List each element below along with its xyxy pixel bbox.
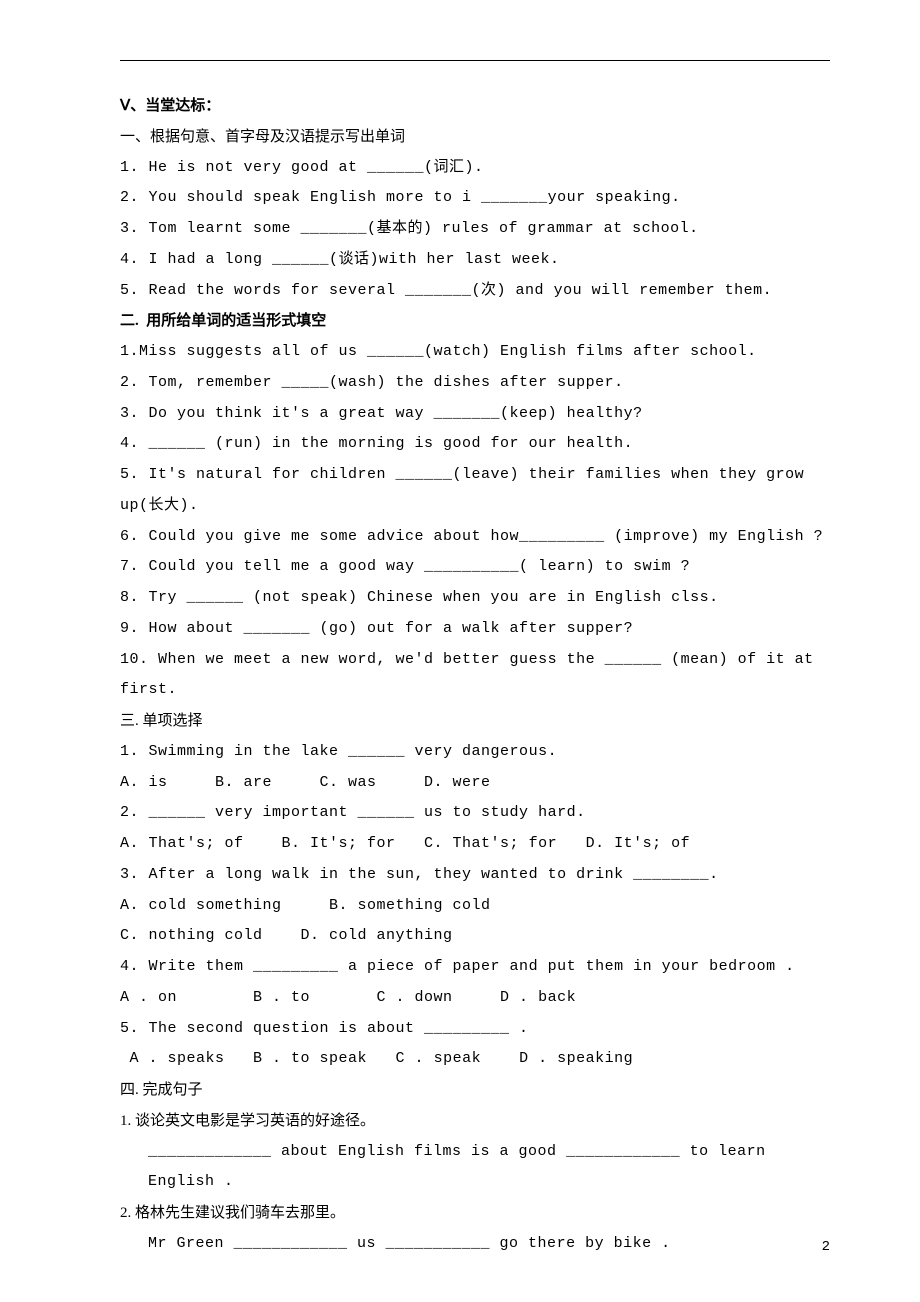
sec3-q4: 4. Write them _________ a piece of paper… xyxy=(120,952,830,983)
sec2-q3: 3. Do you think it's a great way _______… xyxy=(120,399,830,430)
sec3-q2-options: A. That's; of B. It's; for C. That's; fo… xyxy=(120,829,830,860)
sec1-q4: 4. I had a long ______(谈话)with her last … xyxy=(120,245,830,276)
sec4-q2-answer: Mr Green ____________ us ___________ go … xyxy=(120,1229,830,1260)
sec2-q5: 5. It's natural for children ______(leav… xyxy=(120,460,830,522)
sec2-q7: 7. Could you tell me a good way ________… xyxy=(120,552,830,583)
sec1-q1: 1. He is not very good at ______(词汇). xyxy=(120,153,830,184)
section-2-heading: 二. 用所给单词的适当形式填空 xyxy=(120,306,830,337)
sec1-q3: 3. Tom learnt some _______(基本的) rules of… xyxy=(120,214,830,245)
sec3-q1: 1. Swimming in the lake ______ very dang… xyxy=(120,737,830,768)
sec4-q1: 1. 谈论英文电影是学习英语的好途径。 xyxy=(120,1106,830,1137)
sec3-q1-options: A. is B. are C. was D. were xyxy=(120,768,830,799)
sec2-q8: 8. Try ______ (not speak) Chinese when y… xyxy=(120,583,830,614)
sec2-q2: 2. Tom, remember _____(wash) the dishes … xyxy=(120,368,830,399)
section-3-heading: 三. 单项选择 xyxy=(120,706,830,737)
sec3-q5-options: A . speaks B . to speak C . speak D . sp… xyxy=(120,1044,830,1075)
sec2-q9: 9. How about _______ (go) out for a walk… xyxy=(120,614,830,645)
sec2-q10: 10. When we meet a new word, we'd better… xyxy=(120,645,830,707)
sec3-q3-options-1: A. cold something B. something cold xyxy=(120,891,830,922)
sec2-q6: 6. Could you give me some advice about h… xyxy=(120,522,830,553)
page-number: 2 xyxy=(822,1233,830,1262)
section-4-heading: 四. 完成句子 xyxy=(120,1075,830,1106)
sec2-q4: 4. ______ (run) in the morning is good f… xyxy=(120,429,830,460)
section-1-heading: 一、根据句意、首字母及汉语提示写出单词 xyxy=(120,122,830,153)
sec3-q2: 2. ______ very important ______ us to st… xyxy=(120,798,830,829)
sec3-q3: 3. After a long walk in the sun, they wa… xyxy=(120,860,830,891)
section-v-heading: Ⅴ、当堂达标： xyxy=(120,91,830,122)
sec1-q2: 2. You should speak English more to i __… xyxy=(120,183,830,214)
page: Ⅴ、当堂达标： 一、根据句意、首字母及汉语提示写出单词 1. He is not… xyxy=(0,0,920,1302)
sec3-q3-options-2: C. nothing cold D. cold anything xyxy=(120,921,830,952)
sec3-q5: 5. The second question is about ________… xyxy=(120,1014,830,1045)
sec2-q1: 1.Miss suggests all of us ______(watch) … xyxy=(120,337,830,368)
sec4-q2: 2. 格林先生建议我们骑车去那里。 xyxy=(120,1198,830,1229)
sec4-q1-answer: _____________ about English films is a g… xyxy=(120,1137,830,1199)
top-rule xyxy=(120,60,830,61)
sec3-q4-options: A . on B . to C . down D . back xyxy=(120,983,830,1014)
sec1-q5: 5. Read the words for several _______(次)… xyxy=(120,276,830,307)
